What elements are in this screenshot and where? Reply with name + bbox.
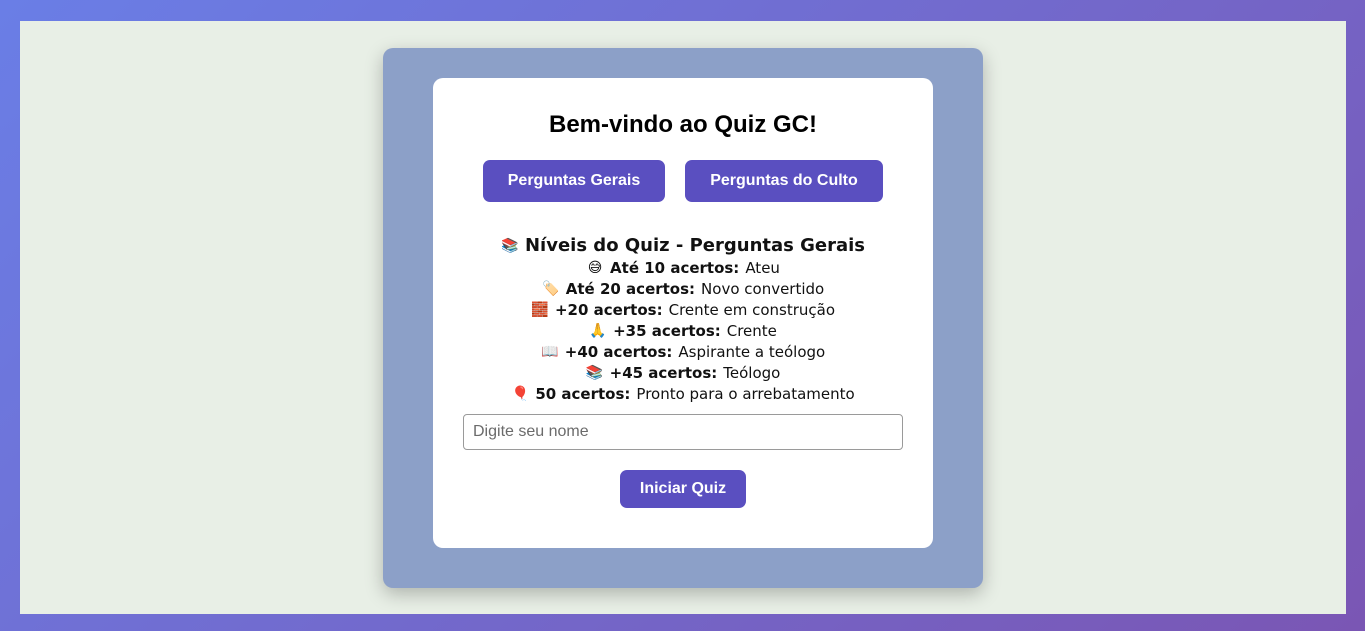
books-icon: 📚 (501, 238, 519, 254)
level-desc: Ateu (745, 259, 780, 277)
balloon-icon: 🎈 (511, 386, 530, 402)
level-label: +20 acertos: (554, 301, 663, 319)
bricks-icon: 🧱 (531, 302, 549, 318)
levels-section: 📚 Níveis do Quiz - Perguntas Gerais 😅 At… (433, 234, 933, 405)
perguntas-gerais-button[interactable]: Perguntas Gerais (483, 160, 665, 202)
start-quiz-button[interactable]: Iniciar Quiz (620, 470, 746, 508)
praying-hands-icon: 🙏 (589, 323, 607, 339)
level-label: Até 10 acertos: (610, 259, 740, 277)
level-label: +40 acertos: (564, 343, 673, 361)
level-desc: Aspirante a teólogo (678, 343, 826, 361)
levels-heading: 📚 Níveis do Quiz - Perguntas Gerais (433, 234, 933, 258)
level-desc: Crente (726, 322, 777, 340)
open-book-icon: 📖 (541, 344, 559, 360)
level-item: 🏷️ Até 20 acertos: Novo convertido (433, 279, 933, 300)
level-desc: Teólogo (723, 364, 781, 382)
level-item: 😅 Até 10 acertos: Ateu (433, 258, 933, 279)
page-title: Bem-vindo ao Quiz GC! (548, 111, 817, 138)
books-icon: 📚 (585, 365, 604, 381)
level-item: 🎈 50 acertos: Pronto para o arrebatament… (433, 384, 933, 405)
level-item: 📖 +40 acertos: Aspirante a teólogo (433, 342, 933, 363)
level-label: Até 20 acertos: (565, 280, 696, 298)
level-item: 🙏 +35 acertos: Crente (433, 321, 933, 342)
perguntas-culto-button[interactable]: Perguntas do Culto (685, 160, 883, 202)
quiz-container: Bem-vindo ao Quiz GC! Perguntas Gerais P… (383, 48, 983, 588)
level-label: 50 acertos: (535, 385, 631, 403)
page-viewport: Bem-vindo ao Quiz GC! Perguntas Gerais P… (20, 21, 1346, 614)
level-item: 🧱 +20 acertos: Crente em construção (433, 300, 933, 321)
level-desc: Pronto para o arrebatamento (636, 385, 855, 403)
levels-heading-text: Níveis do Quiz - Perguntas Gerais (524, 235, 866, 256)
sweat-smile-icon: 😅 (587, 260, 603, 276)
level-label: +45 acertos: (609, 364, 718, 382)
level-desc: Novo convertido (701, 280, 825, 298)
quiz-card: Bem-vindo ao Quiz GC! Perguntas Gerais P… (433, 78, 933, 548)
tag-icon: 🏷️ (542, 281, 560, 297)
level-item: 📚 +45 acertos: Teólogo (433, 363, 933, 384)
name-input[interactable] (463, 414, 903, 450)
level-desc: Crente em construção (668, 301, 836, 319)
level-label: +35 acertos: (613, 322, 721, 340)
